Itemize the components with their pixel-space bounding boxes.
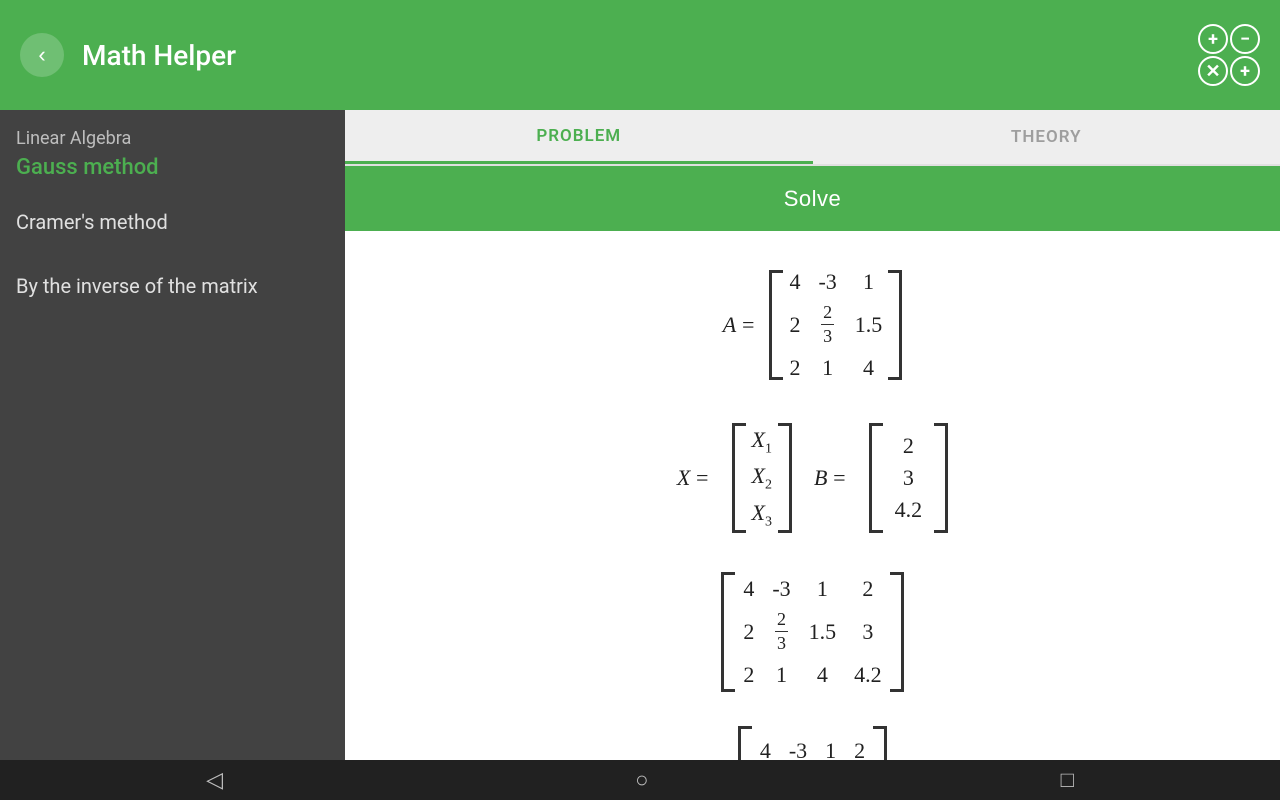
add-icon[interactable]: + [1230, 56, 1260, 86]
matrix-a-label: A = [723, 312, 756, 338]
close-icon[interactable]: ✕ [1198, 56, 1228, 86]
sidebar-category: Linear Algebra [16, 128, 329, 149]
nav-home-icon[interactable]: ○ [635, 767, 648, 793]
top-bar: ‹ Math Helper + − ✕ + [0, 0, 1280, 110]
vector-x-grid: X1 X2 X3 [746, 419, 778, 538]
tab-theory[interactable]: THEORY [813, 110, 1280, 164]
augmented-matrix-2-wrapper: 4 -3 1 2 [738, 726, 887, 760]
zoom-in-icon[interactable]: + [1198, 24, 1228, 54]
math-content: A = 4 -3 1 2 23 1.5 2 1 [345, 231, 1280, 760]
nav-recents-icon[interactable]: □ [1061, 767, 1074, 793]
augmented-matrix-1-grid: 4 -3 1 2 2 23 1.5 3 2 1 4 4.2 [735, 568, 889, 696]
vectors-expr: X = X1 X2 X3 [677, 419, 948, 538]
tab-problem[interactable]: PROBLEM [345, 110, 813, 164]
content-area: PROBLEM THEORY Solve A = 4 [345, 110, 1280, 760]
augmented-matrix-2-section: 4 -3 1 2 [385, 726, 1240, 760]
vector-b-label: B = [814, 465, 847, 491]
zoom-out-icon[interactable]: − [1230, 24, 1260, 54]
sidebar: Linear Algebra Gauss method Cramer's met… [0, 110, 345, 760]
vector-x-label: X = [677, 465, 710, 491]
sidebar-active-item[interactable]: Gauss method [16, 155, 329, 180]
vector-x-wrapper: X1 X2 X3 [732, 419, 792, 538]
matrix-a-grid: 4 -3 1 2 23 1.5 2 1 4 [783, 261, 888, 389]
augmented-matrix-1-wrapper: 4 -3 1 2 2 23 1.5 3 2 1 4 4.2 [721, 568, 903, 696]
matrix-a-wrapper: 4 -3 1 2 23 1.5 2 1 4 [769, 261, 902, 389]
bottom-bar: ◁ ○ □ [0, 760, 1280, 800]
sidebar-item-cramers[interactable]: Cramer's method [16, 210, 329, 234]
augmented-matrix-1-expr: 4 -3 1 2 2 23 1.5 3 2 1 4 4.2 [721, 568, 903, 696]
main-layout: Linear Algebra Gauss method Cramer's met… [0, 110, 1280, 760]
augmented-matrix-1-section: 4 -3 1 2 2 23 1.5 3 2 1 4 4.2 [385, 568, 1240, 696]
augmented-matrix-2-expr: 4 -3 1 2 [738, 726, 887, 760]
sidebar-item-inverse[interactable]: By the inverse of the matrix [16, 274, 329, 298]
augmented-matrix-2-grid: 4 -3 1 2 [752, 730, 873, 760]
zoom-icons: + − ✕ + [1198, 24, 1260, 86]
vector-b-wrapper: 2 3 4.2 [869, 423, 949, 533]
tabs: PROBLEM THEORY [345, 110, 1280, 166]
back-button[interactable]: ‹ [20, 33, 64, 77]
vectors-section: X = X1 X2 X3 [385, 419, 1240, 538]
nav-back-icon[interactable]: ◁ [206, 768, 223, 793]
solve-button[interactable]: Solve [345, 166, 1280, 231]
app-title: Math Helper [82, 39, 236, 72]
matrix-a-expr: A = 4 -3 1 2 23 1.5 2 1 [723, 261, 903, 389]
matrix-a-section: A = 4 -3 1 2 23 1.5 2 1 [385, 261, 1240, 389]
vector-b-grid: 2 3 4.2 [883, 425, 935, 531]
